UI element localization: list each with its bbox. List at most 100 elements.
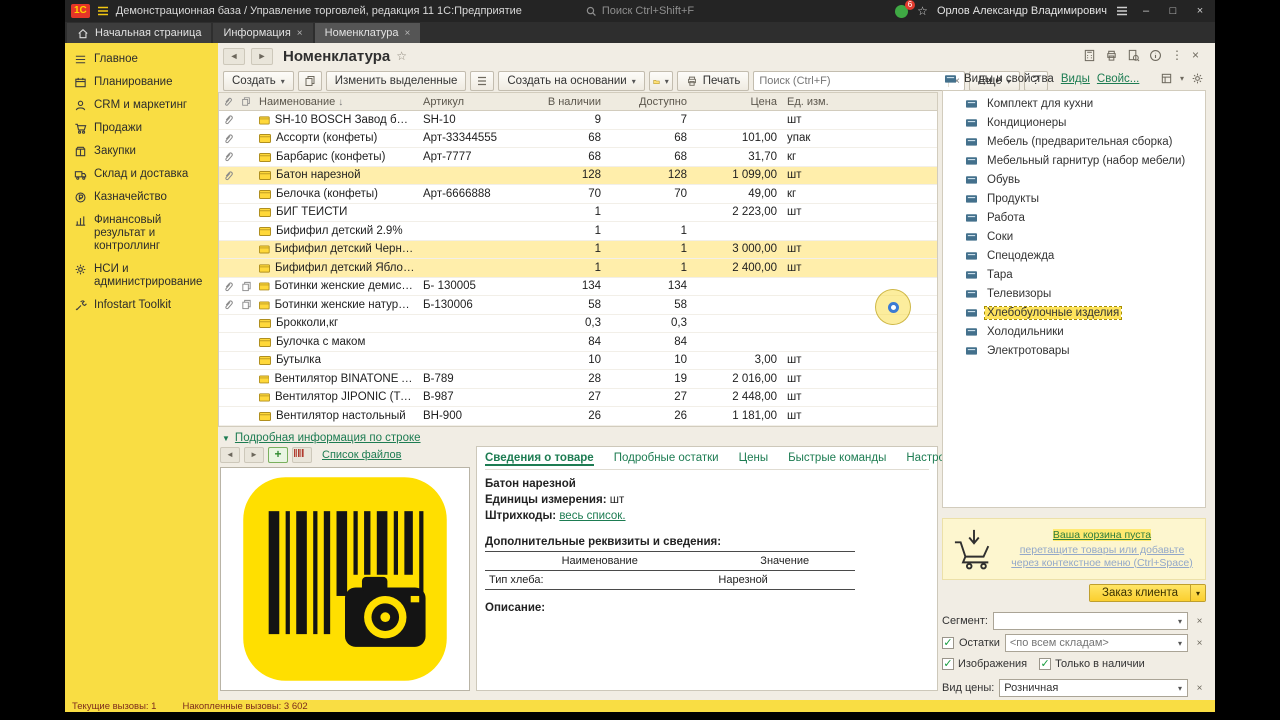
sidebar-item-purchases[interactable]: Закупки (65, 140, 218, 163)
table-row[interactable]: Бифифил детский Яблоко-... 1 1 2 400,00 … (219, 259, 937, 278)
kind-list-item[interactable]: Тара (943, 265, 1205, 284)
gear-icon[interactable] (1191, 72, 1204, 85)
tab-detailed-stock[interactable]: Подробные остатки (614, 452, 719, 464)
sidebar-item-sales[interactable]: Продажи (65, 117, 218, 140)
more-menu-icon[interactable]: ⋮ (1171, 48, 1183, 62)
kind-list-item[interactable]: Мебельный гарнитур (набор мебели) (943, 151, 1205, 170)
kind-list-item[interactable]: Телевизоры (943, 284, 1205, 303)
segment-input[interactable] (994, 615, 1173, 627)
tab-quick-commands[interactable]: Быстрые команды (788, 452, 886, 464)
table-row[interactable]: Вентилятор настольный ВН-900 26 26 1 181… (219, 407, 937, 426)
files-list-link[interactable]: Список файлов (322, 449, 401, 461)
sidebar-item-main[interactable]: Главное (65, 48, 218, 71)
back-button[interactable]: ◄ (223, 48, 245, 65)
create-button[interactable]: Создать▾ (223, 71, 294, 91)
kind-list-item[interactable]: Спецодежда (943, 246, 1205, 265)
favorites-star-icon[interactable]: ☆ (917, 4, 928, 18)
global-search[interactable]: Поиск Ctrl+Shift+F (586, 0, 694, 22)
cart-hint-link[interactable]: перетащите товары или добавьте через кон… (1007, 544, 1197, 570)
table-row[interactable]: Брокколи,кг 0,3 0,3 (219, 315, 937, 334)
list-view-button[interactable] (470, 71, 494, 91)
clear-price-kind-icon[interactable]: × (1193, 683, 1206, 694)
kind-list-item[interactable]: Комплект для кухни (943, 94, 1205, 113)
prev-image-button[interactable]: ◄ (220, 447, 240, 463)
barcodes-link[interactable]: весь список. (559, 510, 625, 522)
close-tab-icon[interactable]: × (297, 28, 303, 39)
forward-button[interactable]: ► (251, 48, 273, 65)
layers-icon[interactable] (1160, 72, 1173, 85)
kind-list-item[interactable]: Соки (943, 227, 1205, 246)
create-copy-button[interactable] (298, 71, 322, 91)
chevron-down-icon[interactable]: ▾ (1190, 585, 1205, 601)
add-favorite-star-icon[interactable]: ☆ (396, 49, 407, 63)
clear-segment-icon[interactable]: × (1193, 616, 1206, 627)
client-order-button[interactable]: Заказ клиента ▾ (1089, 584, 1206, 602)
tab-product-info[interactable]: Сведения о товаре (485, 452, 594, 466)
kind-list-item[interactable]: Мебель (предварительная сборка) (943, 132, 1205, 151)
table-row[interactable]: Ассорти (конфеты) Арт-33344555 68 68 101… (219, 130, 937, 149)
sidebar-item-crm[interactable]: CRM и маркетинг (65, 94, 218, 117)
table-row[interactable]: Бутылка 10 10 3,00 шт (219, 352, 937, 371)
kind-list-item[interactable]: Кондиционеры (943, 113, 1205, 132)
tab-home[interactable]: Начальная страница (67, 23, 211, 43)
column-header-article[interactable]: Артикул (419, 96, 521, 108)
column-header-price[interactable]: Цена (693, 96, 783, 108)
sidebar-item-treasury[interactable]: Казначейство (65, 186, 218, 209)
close-tab-icon[interactable]: × (404, 28, 410, 39)
table-row[interactable]: Бифифил детский Черника ... 1 1 3 000,00… (219, 241, 937, 260)
price-kind-input[interactable] (1000, 682, 1173, 694)
main-menu-icon[interactable] (97, 6, 109, 16)
kind-list-item[interactable]: Хлебобулочные изделия (943, 303, 1205, 322)
table-row[interactable]: SH-10 BOSCH Завод бытов... SH-10 9 7 шт (219, 111, 937, 130)
maximize-button[interactable]: □ (1164, 5, 1182, 17)
table-search-input[interactable] (754, 75, 948, 87)
close-window-button[interactable]: × (1191, 5, 1209, 17)
printer-icon[interactable] (1105, 49, 1118, 62)
kinds-link[interactable]: Виды (1061, 73, 1090, 85)
calculator-icon[interactable] (1083, 49, 1096, 62)
table-row[interactable]: Ботинки женские демисезон... Б- 130005 1… (219, 278, 937, 297)
kind-list-item[interactable]: Холодильники (943, 322, 1205, 341)
next-image-button[interactable]: ► (244, 447, 264, 463)
product-image-frame[interactable] (220, 467, 470, 691)
notifications-icon[interactable]: 6 (895, 5, 908, 18)
chevron-down-icon[interactable]: ▾ (1173, 684, 1187, 693)
row-details-expander[interactable]: ▼ Подробная информация по строке (222, 432, 421, 444)
hamburger-icon[interactable] (1116, 6, 1128, 16)
in-stock-only-checkbox[interactable]: ✓ (1039, 658, 1051, 670)
table-row[interactable]: Вентилятор JIPONIC (Тайв... B-987 27 27 … (219, 389, 937, 408)
kind-list-item[interactable]: Продукты (943, 189, 1205, 208)
current-user[interactable]: Орлов Александр Владимирович (937, 5, 1107, 17)
chevron-down-icon[interactable]: ▾ (1180, 74, 1184, 83)
sidebar-item-nsi-admin[interactable]: НСИ и администрирование (65, 258, 218, 294)
column-header-available[interactable]: Доступно (607, 96, 693, 108)
tab-information[interactable]: Информация × (213, 23, 312, 43)
edit-selected-button[interactable]: Изменить выделенные (326, 71, 467, 91)
table-row[interactable]: Бифифил детский 2.9% 1 1 (219, 222, 937, 241)
tab-nomenclature[interactable]: Номенклатура × (315, 23, 421, 43)
properties-link[interactable]: Свойс... (1097, 73, 1139, 85)
doc-search-icon[interactable] (1127, 49, 1140, 62)
kind-list-item[interactable]: Обувь (943, 170, 1205, 189)
column-header-name[interactable]: Наименование↓ (255, 96, 419, 108)
info-icon[interactable] (1149, 49, 1162, 62)
sidebar-item-warehouse[interactable]: Склад и доставка (65, 163, 218, 186)
column-header-unit[interactable]: Ед. изм. (783, 96, 937, 108)
table-row[interactable]: Вентилятор BINATONE ALPI... B-789 28 19 … (219, 370, 937, 389)
add-image-button[interactable]: + (268, 447, 288, 463)
close-form-icon[interactable]: × (1192, 48, 1199, 62)
clear-warehouse-icon[interactable]: × (1193, 638, 1206, 649)
chevron-down-icon[interactable]: ▾ (1173, 617, 1187, 626)
stock-checkbox[interactable]: ✓ (942, 637, 954, 649)
barcode-button[interactable] (292, 447, 312, 463)
tab-prices[interactable]: Цены (739, 452, 769, 464)
sidebar-item-finresult[interactable]: Финансовый результат и контроллинг (65, 209, 218, 258)
kind-list-item[interactable]: Электротовары (943, 341, 1205, 360)
table-row[interactable]: БИГ ТЕЙСТИ 1 2 223,00 шт (219, 204, 937, 223)
sidebar-item-planning[interactable]: Планирование (65, 71, 218, 94)
chevron-down-icon[interactable]: ▾ (1173, 639, 1187, 648)
table-row[interactable]: Ботинки женские натуральн... Б-130006 58… (219, 296, 937, 315)
images-checkbox[interactable]: ✓ (942, 658, 954, 670)
column-header-in-stock[interactable]: В наличии (521, 96, 607, 108)
warehouse-input[interactable] (1006, 637, 1173, 649)
